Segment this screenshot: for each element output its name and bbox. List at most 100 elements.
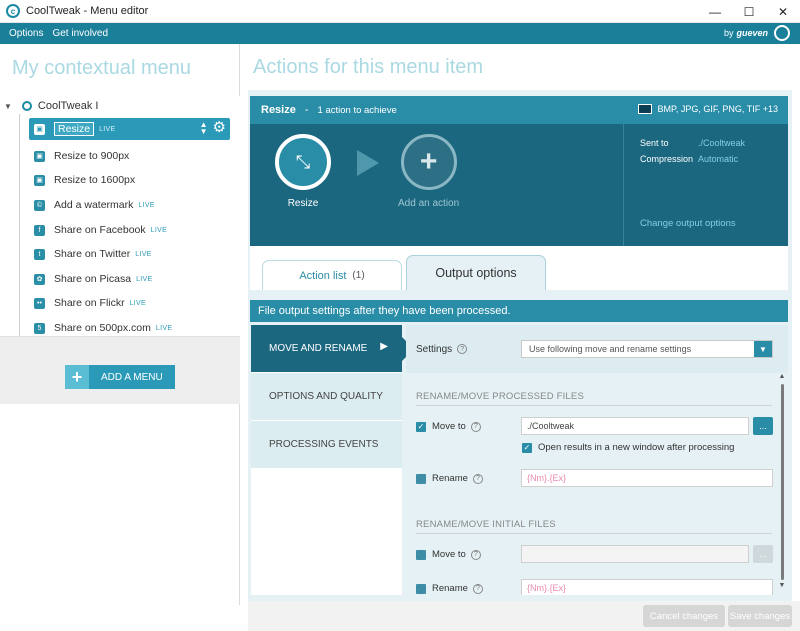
tab-count: (1) <box>352 270 365 281</box>
settings-pane: Settings ? Use following move and rename… <box>406 325 788 595</box>
side-tab-processing-events[interactable]: PROCESSING EVENTS <box>251 421 402 469</box>
settings-scrollbar[interactable]: ▲ ▼ <box>778 373 786 591</box>
open-results-checkbox-row[interactable]: ✓ Open results in a new window after pro… <box>522 442 734 453</box>
live-badge: LIVE <box>129 299 146 307</box>
facebook-icon: f <box>34 224 45 236</box>
tree-item-resize[interactable]: ▣ Resize LIVE ▲ ▼ ⚙ <box>29 118 230 140</box>
change-output-options-link[interactable]: Change output options <box>640 218 736 229</box>
title-bar: c CoolTweak - Menu editor — ☐ ✕ <box>0 0 800 23</box>
initial-move-to-checkbox-row[interactable]: Move to ? <box>416 549 481 560</box>
image-icon: ▣ <box>34 174 45 186</box>
minimize-button[interactable]: — <box>698 0 732 23</box>
menu-get-involved[interactable]: Get involved <box>52 28 108 39</box>
brand-byline[interactable]: by gueven <box>724 25 790 41</box>
add-menu-button[interactable]: + ADD A MENU <box>65 365 175 389</box>
window-title: CoolTweak - Menu editor <box>26 5 149 17</box>
initial-browse-button[interactable]: ... <box>753 545 773 563</box>
settings-select-value: Use following move and rename settings <box>529 344 692 354</box>
move-to-path-field[interactable]: ./Cooltweak <box>521 417 749 435</box>
twitter-icon: t <box>34 248 45 260</box>
browse-button[interactable]: ... <box>753 417 773 435</box>
tree-item-resize-1600[interactable]: ▣ Resize to 1600px <box>34 171 135 189</box>
scroll-thumb[interactable] <box>780 384 784 580</box>
group-divider <box>416 405 772 406</box>
rename-pattern-field[interactable]: {Nm}.{Ex} <box>521 469 773 487</box>
side-tab-move-rename[interactable]: MOVE AND RENAME ▶ <box>251 325 414 373</box>
tree-item-500px[interactable]: 5 Share on 500px.com LIVE <box>34 319 172 337</box>
rename-checkbox-row[interactable]: Rename ? <box>416 473 483 484</box>
group-divider <box>416 533 772 534</box>
tree-item-flickr[interactable]: •• Share on Flickr LIVE <box>34 294 146 312</box>
checkbox-unchecked-icon[interactable] <box>416 549 426 560</box>
reorder-arrows-icon[interactable]: ▲ ▼ <box>200 121 208 136</box>
help-icon[interactable]: ? <box>472 473 483 484</box>
side-tab-options-quality[interactable]: OPTIONS AND QUALITY <box>251 373 402 421</box>
menu-bar: Options Get involved by gueven <box>0 23 800 44</box>
side-tabs: MOVE AND RENAME ▶ OPTIONS AND QUALITY PR… <box>251 325 414 595</box>
scroll-down-icon[interactable]: ▼ <box>778 582 786 591</box>
side-tab-label: PROCESSING EVENTS <box>269 439 379 450</box>
output-info: Sent to ./Cooltweak Compression Automati… <box>623 124 788 246</box>
cancel-changes-button[interactable]: Cancel changes <box>643 605 725 627</box>
initial-move-to-path-field[interactable] <box>521 545 749 563</box>
copyright-icon: © <box>34 199 45 211</box>
help-icon[interactable]: ? <box>470 549 481 560</box>
resize-arrows-icon[interactable]: ⤡ <box>275 134 331 190</box>
menu-options[interactable]: Options <box>9 28 43 39</box>
sent-to-value: ./Cooltweak <box>698 138 746 148</box>
window-controls: — ☐ ✕ <box>698 0 800 23</box>
gueven-logo-icon <box>774 25 790 41</box>
gear-icon[interactable]: ⚙ <box>213 120 226 136</box>
tree-root[interactable]: ▼ CoolTweak I <box>4 100 98 112</box>
formats-label: BMP, JPG, GIF, PNG, TIF +13 <box>657 104 778 114</box>
tab-action-list[interactable]: Action list (1) <box>262 260 402 290</box>
checkbox-checked-icon[interactable]: ✓ <box>416 421 426 432</box>
left-panel: My contextual menu ▼ CoolTweak I ▣ Resiz… <box>0 44 240 605</box>
scroll-up-icon[interactable]: ▲ <box>778 373 786 382</box>
tree-item-picasa[interactable]: ✿ Share on Picasa LIVE <box>34 270 152 288</box>
chevron-down-icon[interactable]: ▼ <box>754 341 772 357</box>
checkbox-checked-icon[interactable]: ✓ <box>522 442 532 453</box>
brand-name: gueven <box>736 28 768 38</box>
maximize-button[interactable]: ☐ <box>732 0 766 23</box>
settings-select[interactable]: Use following move and rename settings ▼ <box>521 340 773 358</box>
close-button[interactable]: ✕ <box>766 0 800 23</box>
initial-rename-checkbox-row[interactable]: Rename ? <box>416 583 483 594</box>
compression-value: Automatic <box>698 154 739 164</box>
flickr-icon: •• <box>34 297 45 309</box>
move-to-checkbox-row[interactable]: ✓ Move to ? <box>416 421 481 432</box>
add-action-plus-icon[interactable]: + <box>400 134 457 190</box>
flow-step-resize[interactable]: ⤡ Resize <box>275 134 331 209</box>
item-controls: ▲ ▼ ⚙ <box>200 120 226 136</box>
action-name: Resize <box>261 104 296 116</box>
tree-item-label[interactable]: Resize <box>54 122 95 136</box>
flow-step-label: Resize <box>287 198 319 209</box>
tree-item-watermark[interactable]: © Add a watermark LIVE <box>34 196 155 214</box>
initial-rename-pattern-field[interactable]: {Nm}.{Ex} <box>521 579 773 595</box>
cooltweak-icon <box>21 101 32 111</box>
checkbox-unchecked-icon[interactable] <box>416 473 426 484</box>
expand-arrow-icon[interactable]: ▼ <box>4 102 12 111</box>
tab-label: Output options <box>435 266 517 280</box>
500px-icon: 5 <box>34 322 45 334</box>
tab-output-options[interactable]: Output options <box>406 255 546 290</box>
plus-icon: + <box>65 365 89 389</box>
help-icon[interactable]: ? <box>457 344 468 354</box>
help-icon[interactable]: ? <box>472 583 483 594</box>
checkbox-unchecked-icon[interactable] <box>416 583 426 594</box>
help-icon[interactable]: ? <box>470 421 481 432</box>
sent-to-label: Sent to <box>640 138 669 148</box>
header-dash: - <box>304 104 309 116</box>
save-changes-button[interactable]: Save changes <box>728 605 792 627</box>
rename-label: Rename <box>432 473 468 484</box>
tree-item-label: Share on Twitter <box>54 248 131 260</box>
tab-strip: Action list (1) Output options <box>250 246 788 290</box>
right-heading: Actions for this menu item <box>253 56 484 78</box>
tree-item-twitter[interactable]: t Share on Twitter LIVE <box>34 245 152 263</box>
flow-step-add[interactable]: + Add an action <box>398 134 459 209</box>
live-badge: LIVE <box>99 125 116 133</box>
by-label: by <box>723 28 734 38</box>
action-header-bar: Resize - 1 action to achieve BMP, JPG, G… <box>250 96 788 124</box>
tree-item-resize-900[interactable]: ▣ Resize to 900px <box>34 147 129 165</box>
tree-item-facebook[interactable]: f Share on Facebook LIVE <box>34 221 167 239</box>
